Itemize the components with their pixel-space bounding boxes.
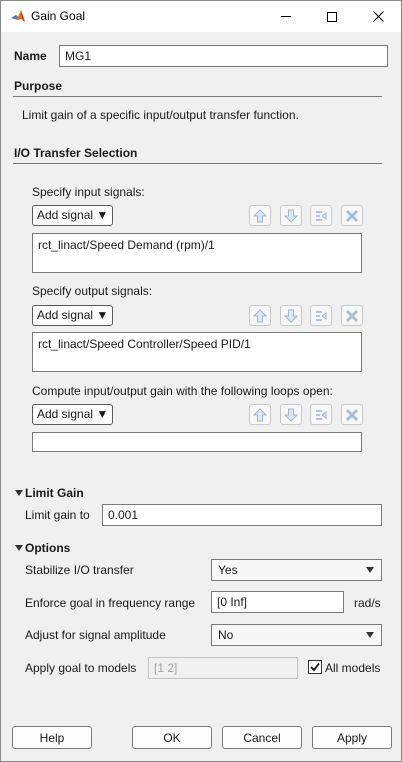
minimize-icon bbox=[281, 16, 291, 17]
gain-goal-dialog: Gain Goal Name MG1 Purpose Limit gain of… bbox=[0, 0, 402, 762]
move-down-input-button[interactable] bbox=[280, 205, 302, 226]
list-item[interactable]: rct_linact/Speed Controller/Speed PID/1 bbox=[38, 337, 356, 351]
all-models-checkbox[interactable] bbox=[308, 660, 322, 674]
stabilize-dropdown[interactable]: Yes bbox=[211, 559, 382, 581]
window-title: Gain Goal bbox=[31, 9, 86, 23]
purpose-heading: Purpose bbox=[14, 79, 63, 93]
signal-select-icon bbox=[316, 409, 327, 420]
chevron-down-icon bbox=[366, 567, 374, 573]
arrow-down-icon bbox=[284, 209, 298, 223]
delete-x-icon bbox=[345, 309, 359, 322]
ok-button[interactable]: OK bbox=[132, 726, 212, 749]
loops-open-label: Compute input/output gain with the follo… bbox=[32, 384, 333, 398]
amplitude-value: No bbox=[218, 628, 234, 642]
move-up-output-button[interactable] bbox=[249, 305, 271, 326]
freq-range-label: Enforce goal in frequency range bbox=[25, 596, 196, 610]
select-signal-output-button[interactable] bbox=[310, 305, 332, 326]
io-selection-heading: I/O Transfer Selection bbox=[14, 146, 138, 160]
stabilize-label: Stabilize I/O transfer bbox=[25, 563, 134, 577]
collapse-options-icon[interactable] bbox=[15, 545, 23, 551]
delete-x-icon bbox=[345, 408, 359, 421]
move-up-loop-button[interactable] bbox=[249, 404, 271, 425]
close-button[interactable] bbox=[355, 1, 401, 32]
name-label: Name bbox=[14, 49, 47, 63]
delete-x-icon bbox=[345, 209, 359, 222]
delete-input-signal-button[interactable] bbox=[341, 205, 363, 226]
close-icon bbox=[372, 11, 384, 22]
signal-select-icon bbox=[316, 310, 327, 321]
amplitude-dropdown[interactable]: No bbox=[211, 624, 382, 646]
io-selection-divider bbox=[13, 163, 382, 164]
models-label: Apply goal to models bbox=[25, 661, 137, 675]
freq-range-field[interactable]: [0 Inf] bbox=[211, 591, 344, 613]
options-heading[interactable]: Options bbox=[25, 541, 70, 555]
limit-gain-heading[interactable]: Limit Gain bbox=[25, 486, 84, 500]
minimize-button[interactable] bbox=[263, 1, 309, 32]
collapse-limit-gain-icon[interactable] bbox=[15, 490, 23, 496]
move-down-loop-button[interactable] bbox=[280, 404, 302, 425]
stabilize-value: Yes bbox=[218, 563, 238, 577]
limit-gain-label: Limit gain to bbox=[25, 508, 90, 522]
add-output-signal-button[interactable]: Add signal ▼ bbox=[32, 305, 113, 326]
freq-unit-label: rad/s bbox=[354, 596, 381, 610]
add-loop-signal-button[interactable]: Add signal ▼ bbox=[32, 404, 113, 425]
models-field[interactable]: [1 2] bbox=[148, 657, 298, 679]
purpose-divider bbox=[13, 96, 382, 97]
select-signal-input-button[interactable] bbox=[310, 205, 332, 226]
all-models-label[interactable]: All models bbox=[325, 661, 380, 675]
matlab-logo-icon bbox=[10, 8, 26, 27]
arrow-up-icon bbox=[253, 208, 267, 222]
delete-loop-signal-button[interactable] bbox=[341, 404, 363, 425]
cancel-button[interactable]: Cancel bbox=[222, 726, 302, 749]
input-signals-list[interactable]: rct_linact/Speed Demand (rpm)/1 bbox=[32, 233, 362, 273]
arrow-up-icon bbox=[253, 407, 267, 421]
maximize-button[interactable] bbox=[309, 1, 355, 32]
help-button[interactable]: Help bbox=[12, 726, 92, 749]
input-signals-label: Specify input signals: bbox=[32, 185, 145, 199]
delete-output-signal-button[interactable] bbox=[341, 305, 363, 326]
output-signals-list[interactable]: rct_linact/Speed Controller/Speed PID/1 bbox=[32, 332, 362, 372]
name-field[interactable]: MG1 bbox=[59, 45, 388, 67]
maximize-icon bbox=[327, 11, 337, 22]
signal-select-icon bbox=[316, 210, 327, 221]
checkmark-icon bbox=[310, 662, 320, 672]
add-input-signal-button[interactable]: Add signal ▼ bbox=[32, 205, 113, 226]
arrow-up-icon bbox=[253, 308, 267, 322]
limit-gain-field[interactable]: 0.001 bbox=[102, 504, 382, 526]
apply-button[interactable]: Apply bbox=[312, 726, 392, 749]
move-up-input-button[interactable] bbox=[249, 205, 271, 226]
arrow-down-icon bbox=[284, 408, 298, 422]
chevron-down-icon bbox=[366, 632, 374, 638]
select-signal-loop-button[interactable] bbox=[310, 404, 332, 425]
purpose-text: Limit gain of a specific input/output tr… bbox=[22, 108, 299, 122]
loops-open-list[interactable] bbox=[32, 432, 362, 452]
output-signals-label: Specify output signals: bbox=[32, 284, 153, 298]
amplitude-label: Adjust for signal amplitude bbox=[25, 628, 166, 642]
arrow-down-icon bbox=[284, 309, 298, 323]
move-down-output-button[interactable] bbox=[280, 305, 302, 326]
list-item[interactable]: rct_linact/Speed Demand (rpm)/1 bbox=[38, 238, 356, 252]
title-bar: Gain Goal bbox=[1, 1, 401, 32]
